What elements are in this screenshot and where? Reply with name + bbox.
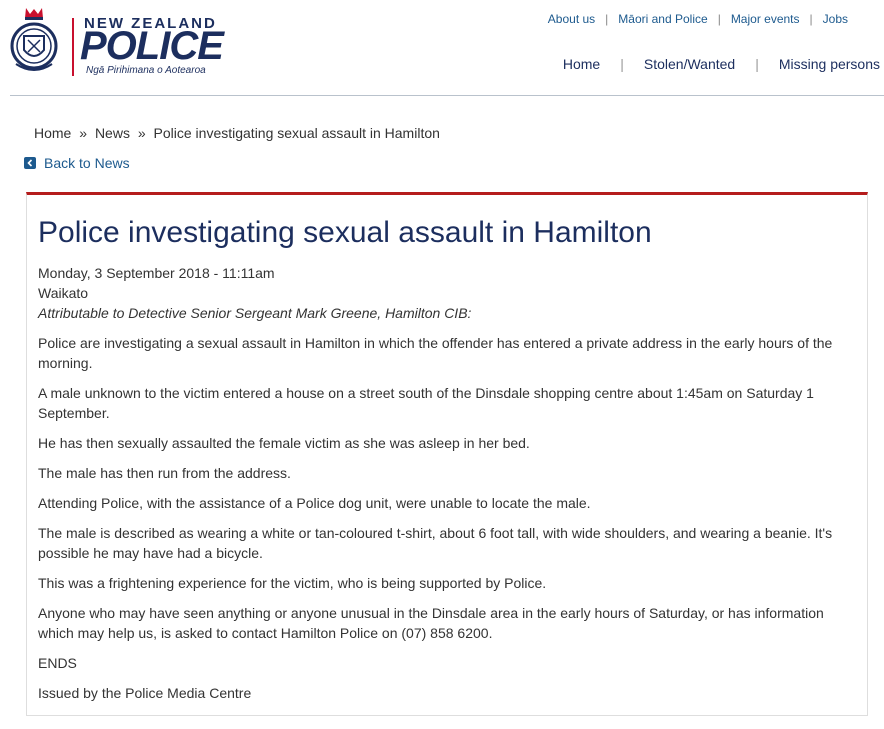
util-separator: |: [605, 12, 609, 26]
article-paragraph: The male is described as wearing a white…: [38, 525, 833, 561]
article-paragraph: Anyone who may have seen anything or any…: [38, 605, 824, 641]
breadcrumb-news[interactable]: News: [95, 125, 130, 141]
article-paragraph: Attending Police, with the assistance of…: [38, 495, 591, 511]
main-nav-separator: |: [755, 56, 759, 72]
breadcrumb-separator: »: [137, 125, 146, 141]
article-issued-by: Issued by the Police Media Centre: [38, 685, 252, 701]
article-paragraph: This was a frightening experience for th…: [38, 575, 547, 591]
util-separator: |: [809, 12, 813, 26]
main-nav-home[interactable]: Home: [563, 56, 600, 72]
article-paragraph: Police are investigating a sexual assaul…: [38, 335, 833, 371]
police-crest-icon: [10, 8, 58, 71]
main-nav-separator: |: [620, 56, 624, 72]
breadcrumb-home[interactable]: Home: [34, 125, 71, 141]
site-header: NEW ZEALAND POLICE Ngā Pirihimana o Aote…: [0, 0, 884, 96]
article-body: Police are investigating a sexual assaul…: [38, 333, 856, 703]
main-nav-stolen-wanted[interactable]: Stolen/Wanted: [644, 56, 735, 72]
main-nav-missing-persons[interactable]: Missing persons: [779, 56, 880, 72]
utility-nav: About us | Māori and Police | Major even…: [548, 12, 848, 26]
article-paragraph: A male unknown to the victim entered a h…: [38, 385, 814, 421]
article-date: Monday, 3 September 2018 - 11:11am: [38, 265, 275, 281]
util-link-major-events[interactable]: Major events: [731, 12, 800, 26]
article-paragraph: The male has then run from the address.: [38, 465, 291, 481]
article-title: Police investigating sexual assault in H…: [38, 216, 652, 249]
header-divider: [10, 95, 884, 96]
util-link-jobs[interactable]: Jobs: [823, 12, 848, 26]
logo-police-text: POLICE: [80, 24, 224, 68]
breadcrumb-current: Police investigating sexual assault in H…: [153, 125, 440, 141]
logo-maori-text: Ngā Pirihimana o Aotearoa: [86, 65, 206, 76]
back-to-news-label: Back to News: [44, 155, 130, 171]
nz-police-logo[interactable]: NEW ZEALAND POLICE Ngā Pirihimana o Aote…: [8, 6, 228, 78]
util-link-maori-and-police[interactable]: Māori and Police: [618, 12, 707, 26]
breadcrumb-separator: »: [79, 125, 88, 141]
arrow-left-icon: [24, 157, 36, 169]
util-separator: |: [717, 12, 721, 26]
util-link-about-us[interactable]: About us: [548, 12, 595, 26]
back-to-news-link[interactable]: Back to News: [24, 155, 130, 171]
breadcrumb: Home » News » Police investigating sexua…: [34, 125, 440, 141]
news-article: Police investigating sexual assault in H…: [26, 192, 868, 716]
main-nav: Home | Stolen/Wanted | Missing persons: [563, 56, 880, 72]
article-paragraph: He has then sexually assaulted the femal…: [38, 435, 530, 451]
article-attribution: Attributable to Detective Senior Sergean…: [38, 305, 472, 321]
logo-divider: [72, 18, 74, 76]
article-ends: ENDS: [38, 655, 77, 671]
article-region: Waikato: [38, 285, 89, 301]
